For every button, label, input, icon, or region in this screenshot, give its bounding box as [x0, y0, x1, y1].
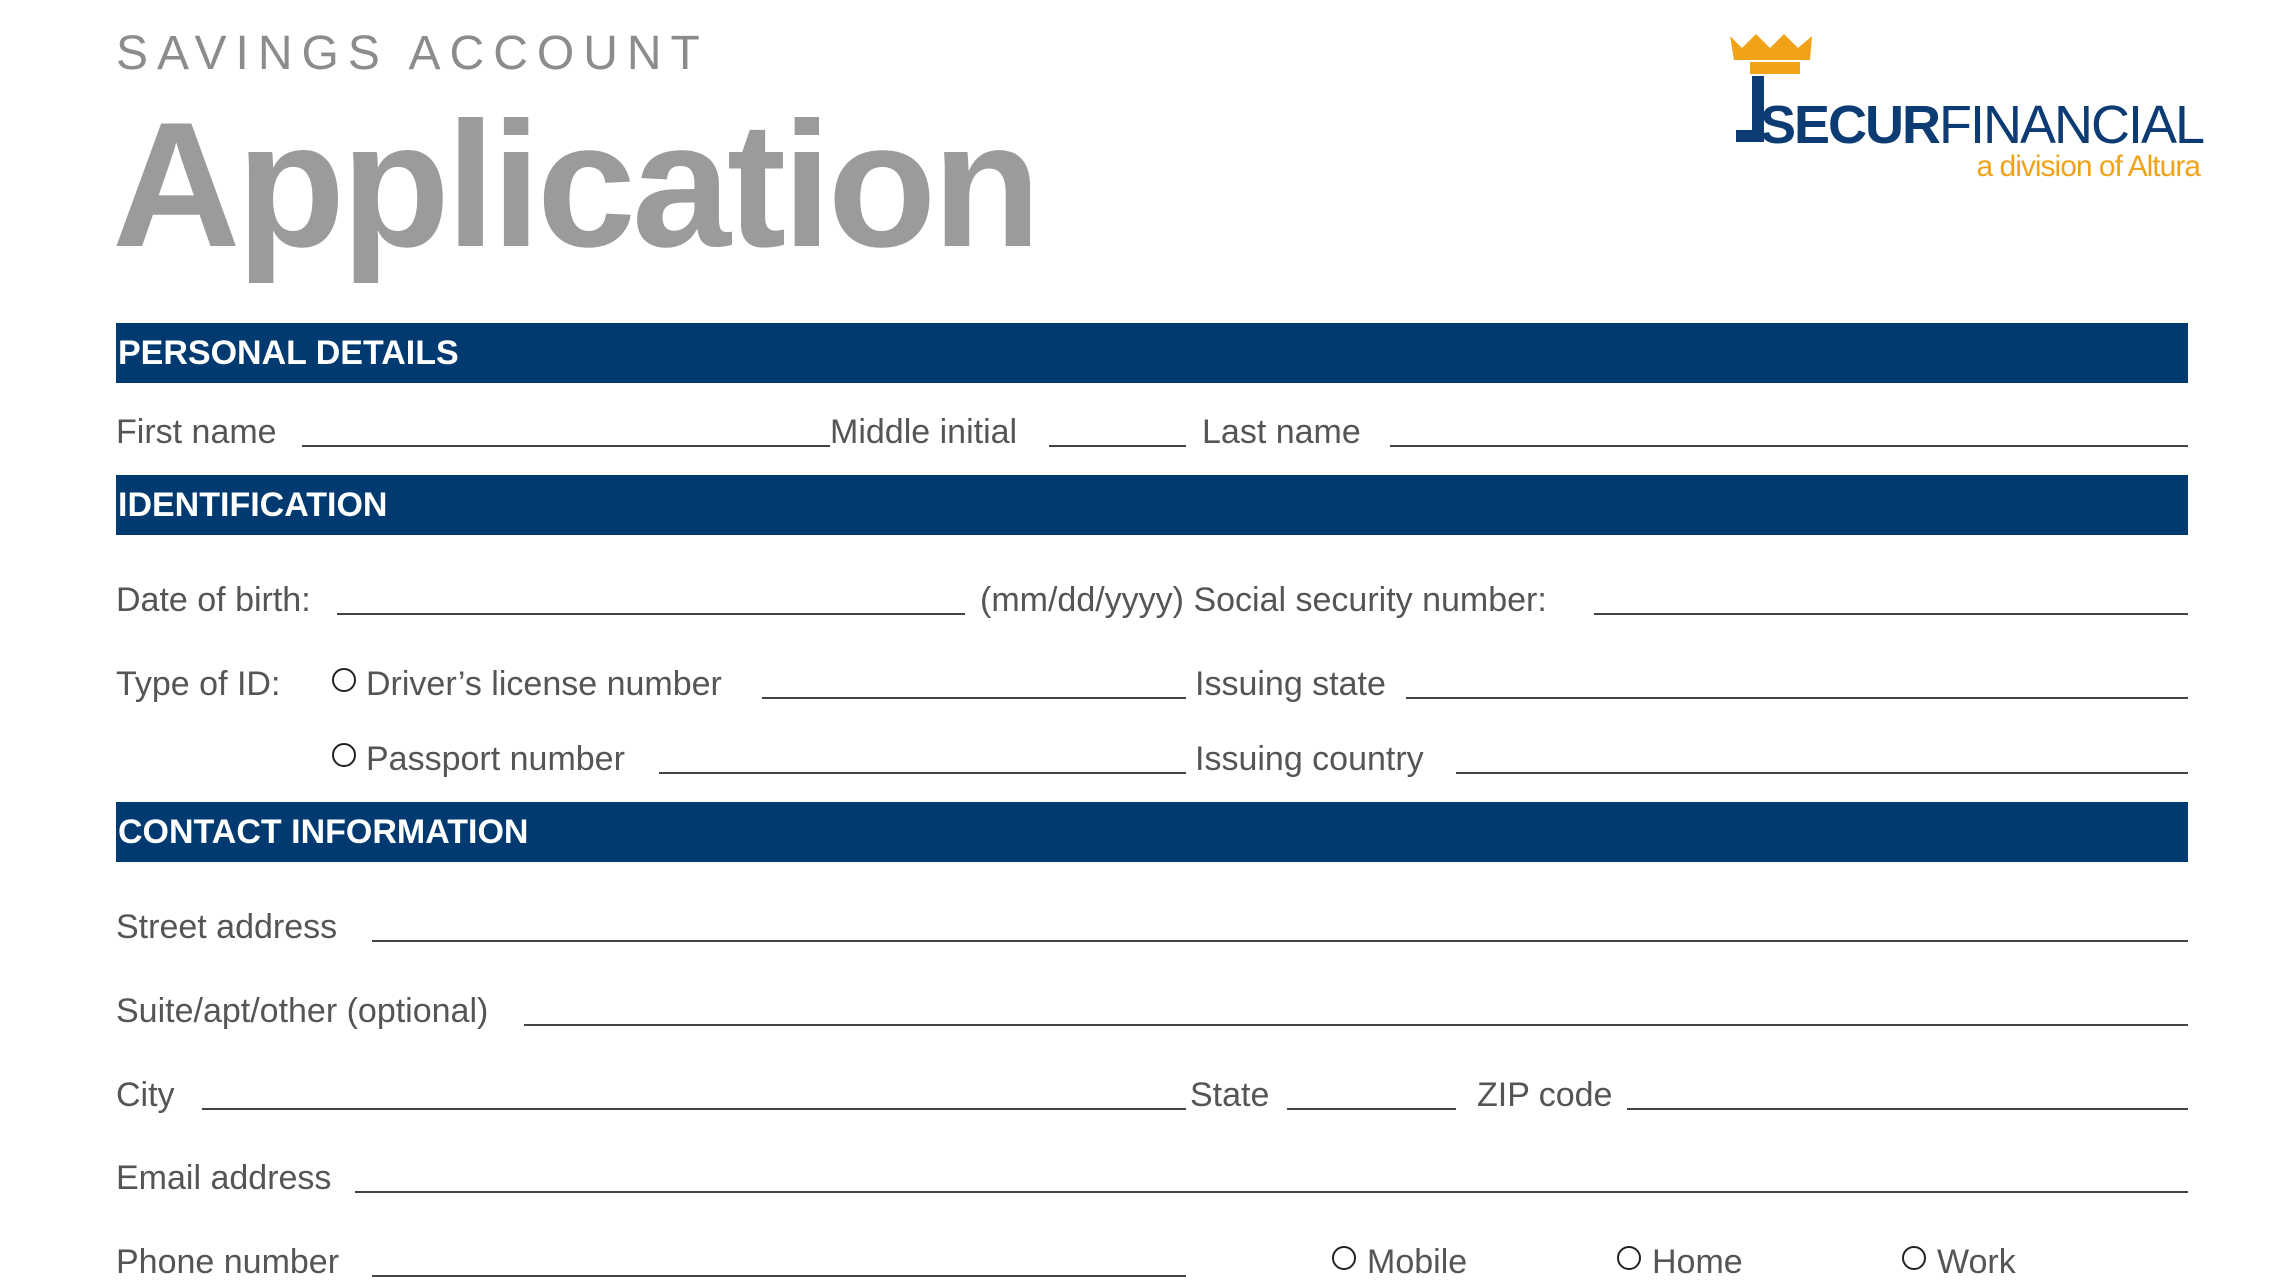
phone-home-label: Home	[1652, 1243, 1743, 1281]
type-of-id-label: Type of ID:	[116, 665, 281, 703]
issuing-state-label: Issuing state	[1195, 665, 1386, 703]
section-header-personal: PERSONAL DETAILS	[116, 323, 2188, 383]
section-header-identification: IDENTIFICATION	[116, 475, 2188, 535]
logo-name-bold: SECUR	[1760, 95, 1941, 155]
last-name-label: Last name	[1202, 413, 1361, 451]
ssn-label: (mm/dd/yyyy) Social security number:	[980, 581, 1547, 619]
section-header-contact: CONTACT INFORMATION	[116, 802, 2188, 862]
logo-wordmark: SECURFINANCIAL	[1760, 95, 2205, 155]
first-name-field[interactable]	[302, 445, 830, 447]
form-subtitle: SAVINGS ACCOUNT	[116, 27, 709, 80]
city-field[interactable]	[202, 1108, 1186, 1110]
drivers-license-label: Driver’s license number	[366, 665, 722, 703]
drivers-license-radio[interactable]	[332, 668, 356, 692]
email-field[interactable]	[355, 1191, 2188, 1193]
middle-initial-field[interactable]	[1049, 445, 1186, 447]
phone-mobile-label: Mobile	[1367, 1243, 1468, 1281]
ssn-field[interactable]	[1594, 613, 2188, 615]
passport-radio[interactable]	[332, 743, 356, 767]
suite-label: Suite/apt/other (optional)	[116, 992, 489, 1030]
drivers-license-field[interactable]	[762, 697, 1186, 699]
state-field[interactable]	[1287, 1108, 1456, 1110]
logo-name-regular: FINANCIAL	[1939, 95, 2205, 155]
last-name-field[interactable]	[1390, 445, 2188, 447]
issuing-country-field[interactable]	[1456, 772, 2188, 774]
issuing-country-label: Issuing country	[1195, 740, 1424, 778]
passport-label: Passport number	[366, 740, 625, 778]
suite-field[interactable]	[524, 1024, 2188, 1026]
company-logo: SECURFINANCIAL a division of Altura	[1720, 30, 2205, 190]
form-title: Application	[112, 85, 1041, 284]
street-address-field[interactable]	[372, 940, 2188, 942]
issuing-state-field[interactable]	[1406, 697, 2188, 699]
first-name-label: First name	[116, 413, 277, 451]
phone-home-radio[interactable]	[1617, 1246, 1641, 1270]
phone-work-label: Work	[1937, 1243, 2016, 1281]
phone-field[interactable]	[372, 1275, 1186, 1277]
state-label: State	[1190, 1076, 1270, 1114]
passport-field[interactable]	[659, 772, 1186, 774]
dob-field[interactable]	[337, 613, 965, 615]
phone-work-radio[interactable]	[1902, 1246, 1926, 1270]
dob-label: Date of birth:	[116, 581, 311, 619]
middle-initial-label: Middle initial	[830, 413, 1018, 451]
phone-label: Phone number	[116, 1243, 340, 1281]
phone-mobile-radio[interactable]	[1332, 1246, 1356, 1270]
zip-code-label: ZIP code	[1477, 1076, 1613, 1114]
zip-code-field[interactable]	[1627, 1108, 2188, 1110]
street-address-label: Street address	[116, 908, 338, 946]
logo-tagline: a division of Altura	[1976, 150, 2201, 183]
city-label: City	[116, 1076, 175, 1114]
email-label: Email address	[116, 1159, 332, 1197]
